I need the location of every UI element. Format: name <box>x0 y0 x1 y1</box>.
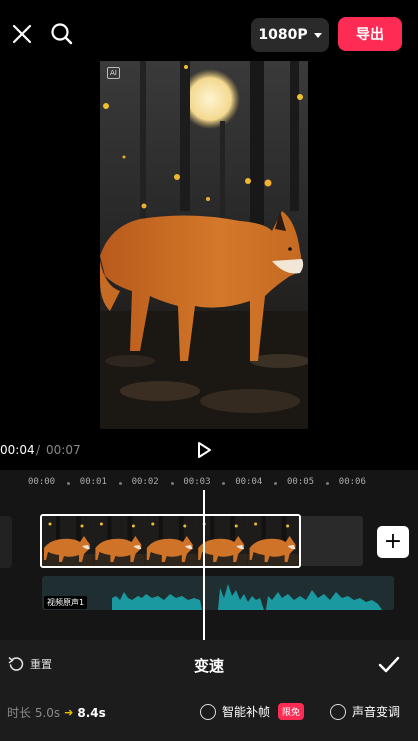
ruler-tick-label: 00:06 <box>338 477 366 487</box>
clip-thumbnail <box>42 516 93 566</box>
ruler-tick-label: 00:05 <box>287 477 315 487</box>
search-icon[interactable] <box>48 20 76 48</box>
fox-forest-image <box>100 61 308 429</box>
audio-track-label: 视频原声1 <box>44 596 88 609</box>
ruler-tick-label: 00:02 <box>131 477 159 487</box>
duration-new: 8.4s <box>77 705 106 720</box>
voice-change-radio[interactable] <box>330 703 346 720</box>
ruler-tick-label: 00:01 <box>79 477 107 487</box>
ruler-dot <box>67 482 70 485</box>
ruler-dot <box>326 482 329 485</box>
current-time: 00:04 <box>0 443 35 457</box>
check-icon[interactable] <box>378 654 400 676</box>
audio-track[interactable] <box>42 576 394 610</box>
free-badge: 限免 <box>278 703 305 720</box>
ruler-tick-label: 00:04 <box>235 477 263 487</box>
plus-icon[interactable]: + <box>377 526 409 558</box>
playhead[interactable] <box>203 490 205 640</box>
ruler-tick-label: 00:03 <box>183 477 211 487</box>
voice-change-label: 声音变调 <box>352 705 401 719</box>
time-separator: / <box>36 443 41 457</box>
ruler-tick-label: 00:00 <box>28 477 56 487</box>
top-bar: 1080P 导出 <box>0 0 418 64</box>
previous-clip-edge[interactable] <box>0 516 12 568</box>
clip-thumbnail <box>93 516 145 566</box>
ruler-dot <box>118 482 122 485</box>
smart-frame-radio[interactable] <box>200 703 216 720</box>
resolution-dropdown[interactable]: 1080P <box>251 18 329 52</box>
caret-down-icon <box>313 32 322 38</box>
clip-extension-area <box>301 516 363 566</box>
ai-badge: AI <box>107 67 120 79</box>
clip-thumbnail <box>247 516 299 566</box>
total-time: 00:07 <box>46 443 81 457</box>
resolution-label: 1080P <box>258 27 308 43</box>
arrow-right-icon: ➜ <box>64 706 74 719</box>
voice-change-option[interactable]: 声音变调 <box>330 703 400 720</box>
video-clip[interactable] <box>40 514 301 568</box>
video-preview[interactable]: AI <box>100 61 308 429</box>
duration-label: 时长 5.0s <box>7 706 61 720</box>
audio-waveform <box>112 584 382 610</box>
smart-frame-label: 智能补帧 <box>222 705 271 719</box>
export-button[interactable]: 导出 <box>338 17 402 51</box>
close-icon[interactable] <box>8 20 36 48</box>
duration-info: 时长 5.0s ➜ 8.4s <box>7 704 106 721</box>
play-icon[interactable] <box>194 440 214 460</box>
clip-thumbnail <box>144 516 196 566</box>
clip-thumbnails <box>42 516 299 566</box>
panel-title: 变速 <box>193 657 224 675</box>
smart-frame-option[interactable]: 智能补帧 限免 <box>200 703 305 720</box>
ruler-dot <box>170 482 174 485</box>
